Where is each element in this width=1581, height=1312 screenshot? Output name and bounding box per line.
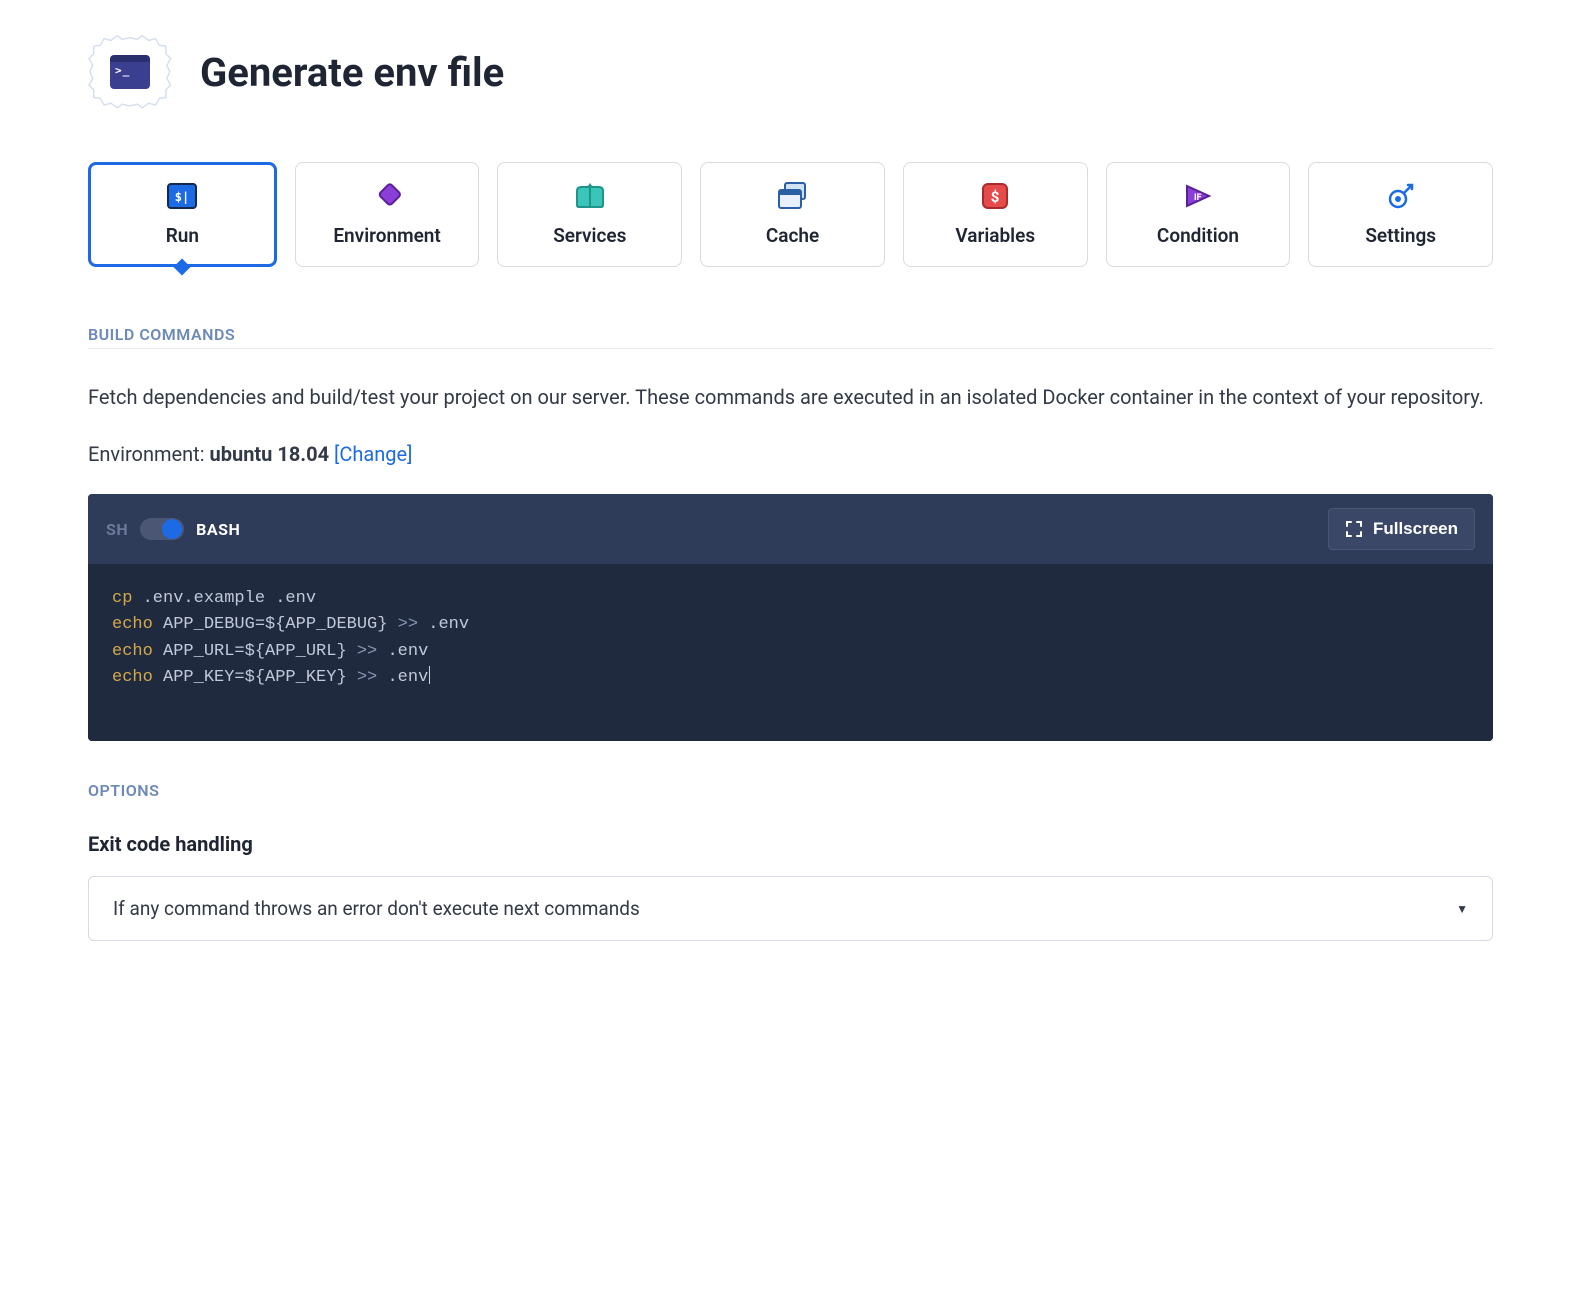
- tab-environment[interactable]: Environment: [295, 162, 480, 267]
- tab-label: Run: [166, 224, 199, 247]
- tab-services[interactable]: Services: [497, 162, 682, 267]
- environment-icon: [373, 182, 401, 210]
- svg-text:IF: IF: [1194, 193, 1202, 203]
- tabs: $| Run Environment Services Cache $ Vari…: [88, 162, 1493, 267]
- exit-code-label: Exit code handling: [88, 832, 1493, 856]
- run-icon: $|: [167, 182, 197, 210]
- exit-code-select[interactable]: If any command throws an error don't exe…: [88, 876, 1493, 941]
- page-title: Generate env file: [200, 49, 504, 96]
- env-value: ubuntu 18.04: [210, 442, 330, 466]
- services-icon: [575, 182, 605, 210]
- environment-line: Environment: ubuntu 18.04 [Change]: [88, 442, 1493, 466]
- tab-label: Settings: [1365, 224, 1436, 247]
- change-environment-link[interactable]: [Change]: [334, 442, 412, 466]
- chevron-down-icon: ▼: [1456, 902, 1468, 916]
- code-toolbar: SH BASH Fullscreen: [88, 494, 1493, 564]
- fullscreen-label: Fullscreen: [1373, 519, 1458, 539]
- svg-text:$: $: [991, 188, 1000, 206]
- shell-bash-label[interactable]: BASH: [196, 520, 240, 539]
- shell-toggle-group: SH BASH: [106, 518, 240, 540]
- variables-icon: $: [981, 182, 1009, 210]
- tab-settings[interactable]: Settings: [1308, 162, 1493, 267]
- options-heading: OPTIONS: [88, 781, 1493, 800]
- fullscreen-button[interactable]: Fullscreen: [1328, 508, 1475, 550]
- tab-label: Condition: [1157, 224, 1239, 247]
- page-header: Generate env file: [88, 30, 1493, 114]
- build-description: Fetch dependencies and build/test your p…: [88, 381, 1493, 414]
- terminal-icon: [110, 55, 150, 89]
- tab-run[interactable]: $| Run: [88, 162, 277, 267]
- action-icon: [88, 30, 172, 114]
- settings-icon: [1386, 182, 1416, 210]
- cache-icon: [777, 182, 809, 210]
- exit-code-value: If any command throws an error don't exe…: [113, 897, 640, 920]
- tab-label: Environment: [333, 224, 440, 247]
- tab-variables[interactable]: $ Variables: [903, 162, 1088, 267]
- tab-cache[interactable]: Cache: [700, 162, 885, 267]
- condition-icon: IF: [1183, 182, 1213, 210]
- tab-label: Services: [553, 224, 626, 247]
- tab-label: Variables: [955, 224, 1035, 247]
- code-body[interactable]: cp .env.example .env echo APP_DEBUG=${AP…: [88, 564, 1493, 741]
- svg-text:$|: $|: [175, 190, 189, 204]
- tab-label: Cache: [766, 224, 819, 247]
- shell-toggle[interactable]: [140, 518, 184, 540]
- build-commands-heading: BUILD COMMANDS: [88, 325, 1493, 349]
- env-label: Environment:: [88, 442, 210, 466]
- fullscreen-icon: [1345, 520, 1363, 538]
- tab-condition[interactable]: IF Condition: [1106, 162, 1291, 267]
- shell-sh-label[interactable]: SH: [106, 520, 128, 539]
- code-editor: SH BASH Fullscreen cp .env.example .env …: [88, 494, 1493, 741]
